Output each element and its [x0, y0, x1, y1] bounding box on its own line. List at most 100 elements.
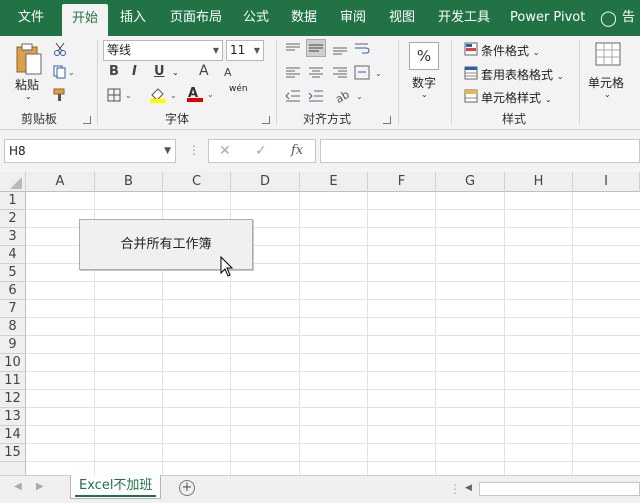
svg-text:ab: ab [335, 88, 352, 104]
alignment-launcher-icon[interactable] [383, 116, 391, 124]
font-color-icon[interactable]: A ⌄ [186, 85, 216, 105]
italic-button[interactable]: I [132, 64, 137, 79]
column-header-f[interactable]: F [368, 172, 436, 192]
decrease-indent-icon[interactable] [285, 89, 301, 106]
column-header-g[interactable]: G [436, 172, 505, 192]
row-header-2[interactable]: 2 [0, 210, 26, 228]
underline-dropdown-icon[interactable]: ⌄ [172, 68, 179, 77]
align-left-icon[interactable] [285, 66, 301, 83]
top-align-icon[interactable] [285, 42, 301, 59]
name-box[interactable]: H8 ▼ [4, 139, 176, 163]
bold-button[interactable]: B [109, 64, 119, 79]
scroll-right-icon[interactable]: ▶ [36, 481, 44, 492]
row-header-16[interactable] [0, 462, 26, 475]
number-format-button[interactable]: 数字 [412, 74, 436, 91]
column-header-b[interactable]: B [95, 172, 163, 192]
format-table-icon[interactable] [464, 66, 478, 83]
shrink-font-button[interactable]: A [224, 66, 232, 79]
cell-styles-button[interactable]: 单元格样式 ⌄ [481, 89, 552, 106]
font-name-combo[interactable]: 等线 ▼ [103, 40, 223, 61]
column-header-h[interactable]: H [505, 172, 573, 192]
font-launcher-icon[interactable] [262, 116, 270, 124]
cells-button[interactable]: 单元格 [588, 74, 624, 91]
tab-tell-me[interactable]: 告 [622, 0, 635, 36]
paste-dropdown-icon[interactable]: ⌄ [25, 92, 32, 101]
gridline [26, 407, 640, 408]
column-header-d[interactable]: D [231, 172, 300, 192]
tab-data[interactable]: 数据 [291, 0, 317, 36]
tab-view[interactable]: 视图 [389, 0, 415, 36]
scroll-left-icon[interactable]: ◀ [14, 481, 22, 492]
row-header-8[interactable]: 8 [0, 318, 26, 336]
cells-dropdown-icon[interactable]: ⌄ [604, 90, 611, 99]
tab-insert[interactable]: 插入 [120, 0, 146, 36]
column-header-i[interactable]: I [573, 172, 640, 192]
middle-align-icon[interactable] [306, 39, 326, 57]
column-header-c[interactable]: C [163, 172, 231, 192]
row-header-12[interactable]: 12 [0, 390, 26, 408]
row-header-3[interactable]: 3 [0, 228, 26, 246]
tab-home[interactable]: 开始 [62, 4, 109, 36]
tab-page-layout[interactable]: 页面布局 [170, 0, 222, 36]
column-header-e[interactable]: E [300, 172, 368, 192]
cut-icon[interactable] [53, 42, 67, 59]
font-name-value: 等线 [107, 43, 132, 57]
sheet-bar-grip-icon: ⋮ [449, 482, 461, 496]
cells-icon[interactable] [595, 42, 621, 69]
cell-styles-icon[interactable] [464, 89, 478, 106]
enter-icon[interactable]: ✓ [255, 143, 267, 159]
paste-icon[interactable] [14, 42, 44, 79]
row-header-5[interactable]: 5 [0, 264, 26, 282]
cancel-icon[interactable]: ✕ [219, 143, 231, 159]
conditional-format-button[interactable]: 条件格式 ⌄ [481, 42, 540, 59]
conditional-format-icon[interactable] [464, 42, 478, 59]
row-header-14[interactable]: 14 [0, 426, 26, 444]
paste-button[interactable]: 粘贴 [15, 76, 39, 93]
row-header-11[interactable]: 11 [0, 372, 26, 390]
phonetic-guide-button[interactable]: wén [229, 84, 248, 94]
clipboard-launcher-icon[interactable] [83, 116, 91, 124]
row-header-9[interactable]: 9 [0, 336, 26, 354]
sheet-tab-active[interactable]: Excel不加班 [70, 475, 162, 499]
tell-me-icon[interactable]: ◯ [600, 0, 617, 36]
wrap-text-icon[interactable] [354, 41, 370, 58]
tab-developer[interactable]: 开发工具 [438, 0, 490, 36]
copy-icon[interactable]: ⌄ [53, 65, 75, 82]
underline-button[interactable]: U [154, 64, 165, 79]
horizontal-scrollbar[interactable] [479, 482, 640, 496]
tab-power-pivot[interactable]: Power Pivot [510, 0, 585, 36]
bottom-align-icon[interactable] [332, 42, 348, 59]
tab-formulas[interactable]: 公式 [243, 0, 269, 36]
tab-review[interactable]: 审阅 [340, 0, 366, 36]
grow-font-button[interactable]: A [199, 63, 209, 79]
row-header-15[interactable]: 15 [0, 444, 26, 462]
row-header-7[interactable]: 7 [0, 300, 26, 318]
formula-buttons: ✕ ✓ fx [208, 139, 316, 163]
fill-color-icon[interactable]: ⌄ [149, 86, 179, 106]
add-sheet-button[interactable]: + [179, 480, 195, 496]
format-table-button[interactable]: 套用表格格式 ⌄ [481, 66, 564, 83]
increase-indent-icon[interactable] [308, 89, 324, 106]
insert-function-icon[interactable]: fx [291, 143, 303, 158]
font-size-combo[interactable]: 11 ▼ [226, 40, 264, 61]
merge-center-icon[interactable]: ⌄ [354, 65, 384, 84]
border-icon[interactable]: ⌄ [107, 88, 133, 105]
svg-text:⌄: ⌄ [170, 91, 177, 100]
row-header-4[interactable]: 4 [0, 246, 26, 264]
hscroll-left-icon[interactable]: ◀ [465, 483, 472, 493]
row-header-1[interactable]: 1 [0, 192, 26, 210]
column-header-a[interactable]: A [26, 172, 95, 192]
align-right-icon[interactable] [332, 66, 348, 83]
align-center-icon[interactable] [308, 66, 324, 83]
worksheet-grid[interactable]: A B C D E F G H I 1 2 3 4 5 6 7 8 9 10 1… [0, 172, 640, 475]
tab-file[interactable]: 文件 [18, 0, 44, 36]
row-header-13[interactable]: 13 [0, 408, 26, 426]
select-all-corner[interactable] [0, 172, 26, 192]
number-dropdown-icon[interactable]: ⌄ [421, 90, 428, 99]
format-painter-icon[interactable] [53, 88, 67, 105]
percent-icon[interactable]: % [409, 42, 439, 70]
row-header-10[interactable]: 10 [0, 354, 26, 372]
formula-input[interactable] [320, 139, 640, 163]
row-header-6[interactable]: 6 [0, 282, 26, 300]
orientation-icon[interactable]: ab ⌄ [333, 88, 365, 107]
